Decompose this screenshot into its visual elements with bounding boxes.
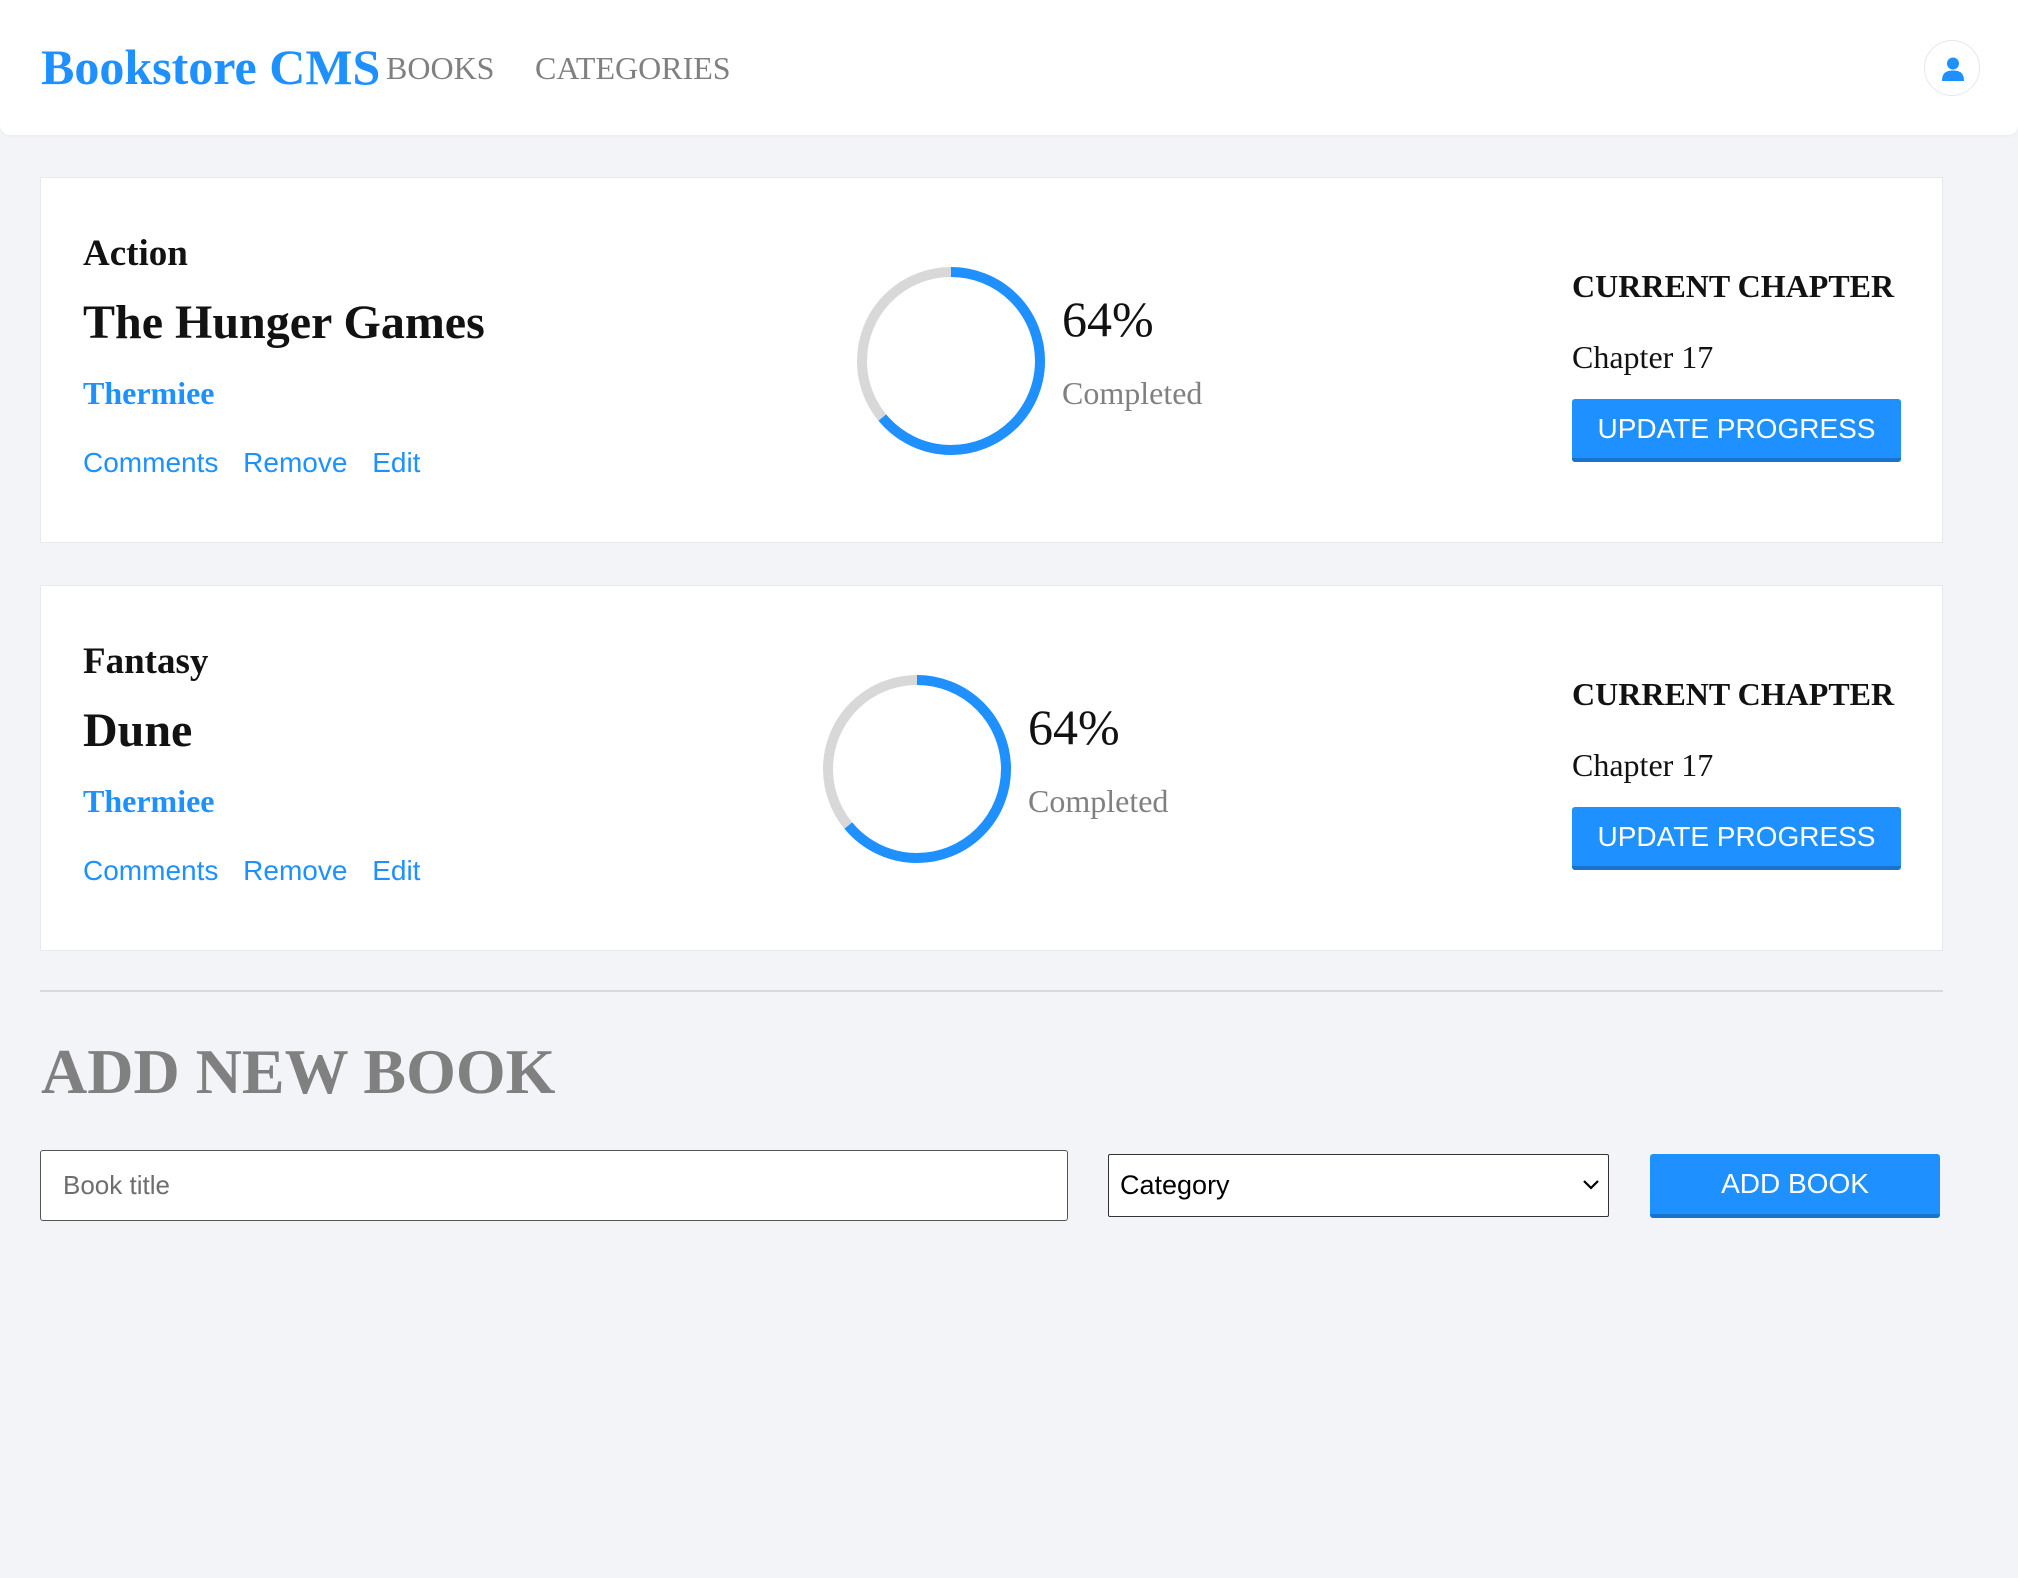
book-author: Thermiee [83,783,215,819]
current-chapter: Chapter 17 [1572,339,1714,375]
book-category: Fantasy [83,641,209,682]
user-button[interactable] [1924,40,1980,96]
book-title: Dune [83,704,193,757]
header: Bookstore CMS BOOKS CATEGORIES [0,0,2018,135]
logo[interactable]: Bookstore CMS [41,37,380,97]
book-title-input[interactable] [40,1150,1068,1221]
update-progress-button[interactable]: UPDATE PROGRESS [1572,807,1901,870]
book-category: Action [83,233,188,274]
nav-books-link[interactable]: BOOKS [386,49,494,87]
category-select-value: Category [1120,1170,1230,1200]
book-title: The Hunger Games [83,296,485,349]
category-select[interactable]: Category [1108,1154,1609,1217]
add-book-heading: ADD NEW BOOK [41,1036,556,1107]
current-chapter-heading: CURRENT CHAPTER [1572,676,1895,712]
book-card: Fantasy Dune Thermiee Comments Remove Ed… [40,585,1943,951]
remove-button[interactable]: Remove [243,447,347,478]
remove-button[interactable]: Remove [243,855,347,886]
progress-label: Completed [1062,375,1203,411]
progress-percent: 64% [1062,291,1154,347]
book-actions: Comments Remove Edit [83,446,437,480]
progress-percent: 64% [1028,699,1120,755]
progress-ring [823,675,1011,863]
update-progress-button[interactable]: UPDATE PROGRESS [1572,399,1901,462]
book-card: Action The Hunger Games Thermiee Comment… [40,177,1943,543]
current-chapter-heading: CURRENT CHAPTER [1572,268,1895,304]
chevron-down-icon [1583,1180,1599,1190]
book-author: Thermiee [83,375,215,411]
book-actions: Comments Remove Edit [83,854,437,888]
nav-categories-link[interactable]: CATEGORIES [535,49,731,87]
current-chapter: Chapter 17 [1572,747,1714,783]
comments-button[interactable]: Comments [83,855,218,886]
edit-button[interactable]: Edit [372,447,420,478]
add-book-button[interactable]: ADD BOOK [1650,1154,1940,1218]
progress-ring [857,267,1045,455]
comments-button[interactable]: Comments [83,447,218,478]
user-icon [1942,57,1964,81]
progress-label: Completed [1028,783,1169,819]
edit-button[interactable]: Edit [372,855,420,886]
divider [40,990,1943,992]
